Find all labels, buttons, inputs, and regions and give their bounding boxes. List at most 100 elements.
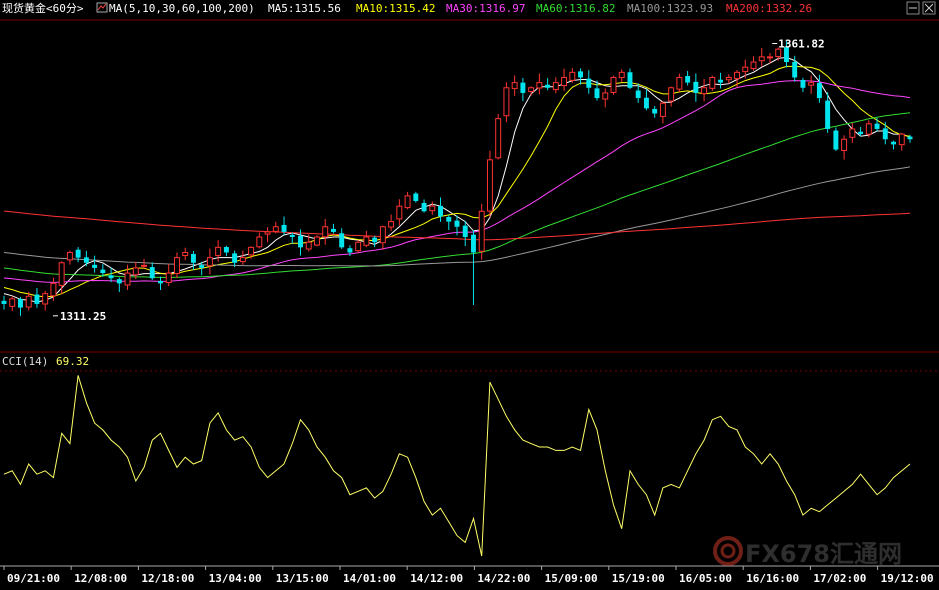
cci-line-series — [3, 375, 911, 557]
candle — [429, 201, 436, 215]
cci-value: 69.32 — [56, 355, 89, 368]
fx678-logo-icon — [713, 536, 743, 566]
candle — [314, 235, 320, 247]
close-icon[interactable] — [922, 1, 936, 15]
candle — [108, 267, 114, 283]
candle — [83, 250, 89, 267]
instrument-title: 现货黄金<60分> — [2, 1, 84, 15]
ma5-value: MA5:1315.56 — [268, 2, 341, 15]
candle — [569, 68, 576, 83]
candle — [486, 150, 493, 218]
candle — [578, 68, 584, 85]
candle — [396, 199, 403, 226]
candle — [503, 82, 510, 123]
candle — [75, 247, 81, 263]
cci-panel-header: CCI(14) 69.32 — [2, 355, 89, 368]
candle — [833, 127, 839, 151]
ma200-value: MA200:1332.26 — [726, 2, 812, 15]
time-tick-label: 14/01:00 — [343, 572, 396, 585]
candle — [610, 75, 617, 95]
candle — [841, 135, 848, 160]
candle — [330, 223, 336, 234]
low-price-label: 1311.25 — [60, 310, 106, 323]
time-tick-label: 16/16:00 — [746, 572, 799, 585]
candle — [709, 75, 716, 92]
candle — [528, 86, 535, 96]
moving-average-lines — [3, 56, 911, 303]
candle — [141, 258, 147, 269]
candle — [339, 228, 345, 249]
candle — [693, 73, 699, 102]
minimize-icon[interactable] — [906, 1, 920, 15]
chart-type-icon[interactable] — [96, 2, 108, 13]
candle — [388, 214, 395, 231]
time-tick-label: 15/09:00 — [545, 572, 598, 585]
candle — [116, 277, 122, 293]
candle — [536, 73, 543, 95]
time-tick-label: 12/18:00 — [141, 572, 194, 585]
candle — [272, 221, 279, 234]
candle — [66, 250, 73, 265]
time-tick-label: 13/15:00 — [276, 572, 329, 585]
candle — [471, 230, 476, 305]
ma30-value: MA30:1316.97 — [446, 2, 525, 15]
candle — [865, 120, 872, 138]
candle — [800, 77, 806, 92]
candle — [552, 77, 559, 94]
time-tick-label: 14/12:00 — [410, 572, 463, 585]
candle — [685, 70, 691, 86]
candle — [652, 106, 658, 118]
candle — [718, 72, 724, 89]
watermark: FX678汇通网 — [713, 536, 902, 568]
candle — [438, 197, 443, 222]
candle — [446, 214, 452, 231]
candle — [750, 56, 757, 71]
candle — [173, 252, 180, 279]
time-tick-label: 14/22:00 — [477, 572, 530, 585]
time-tick-label: 09/21:00 — [7, 572, 60, 585]
candle — [668, 86, 675, 107]
candle — [264, 227, 271, 243]
high-price-label: 1361.82 — [778, 38, 824, 51]
candle — [520, 77, 526, 102]
candle — [511, 75, 518, 96]
candle — [891, 140, 896, 150]
candle — [223, 245, 229, 257]
time-axis-labels: 09/21:00 12/08:00 12/18:00 13/04:00 13/15:00… — [3, 566, 934, 585]
candle — [239, 250, 246, 265]
candle — [355, 240, 362, 254]
candle — [256, 232, 263, 249]
ma30-line — [3, 80, 911, 283]
candle — [643, 89, 649, 111]
candle — [659, 101, 666, 124]
candle — [404, 191, 411, 210]
candle — [149, 262, 155, 281]
candle — [758, 47, 765, 67]
candle — [898, 133, 905, 151]
ma100-value: MA100:1323.93 — [627, 2, 713, 15]
price-panel-header: 现货黄金<60分> MA(5,10,30,60,100,200) MA5:131… — [2, 1, 936, 15]
candle — [421, 199, 427, 213]
time-tick-label: 12/08:00 — [74, 572, 127, 585]
ma60-value: MA60:1316.82 — [536, 2, 615, 15]
candle — [849, 122, 856, 143]
time-tick-label: 19/12:00 — [881, 572, 934, 585]
candle — [676, 73, 683, 93]
candle — [874, 117, 880, 132]
candle — [124, 264, 131, 290]
watermark-text: FX678汇通网 — [745, 540, 902, 568]
candle — [462, 220, 468, 247]
chart-canvas: 现货黄金<60分> MA(5,10,30,60,100,200) MA5:131… — [0, 1, 939, 585]
candle — [618, 69, 625, 82]
candle — [322, 218, 329, 245]
candle — [18, 297, 23, 316]
candle — [9, 295, 16, 312]
ma5-line — [3, 56, 911, 303]
candle — [182, 247, 189, 261]
candle — [289, 232, 295, 244]
time-tick-label: 16/05:00 — [679, 572, 732, 585]
candle — [206, 248, 213, 275]
time-tick-label: 13/04:00 — [209, 572, 262, 585]
candle — [627, 68, 633, 90]
candle — [561, 68, 568, 91]
